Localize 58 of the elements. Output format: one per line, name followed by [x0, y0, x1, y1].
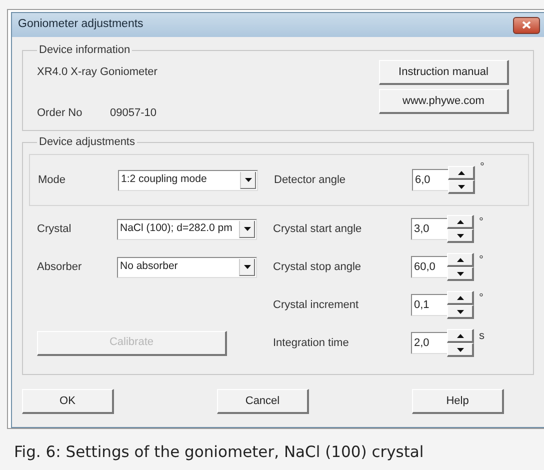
field-label: Mode: [38, 172, 67, 188]
number-field[interactable]: 0,1: [411, 294, 447, 316]
group-title: Device information: [38, 45, 132, 56]
number-field[interactable]: 2,0: [411, 332, 447, 354]
caret-icon: [244, 178, 252, 182]
device-name: XR4.0 X-ray Goniometer: [37, 65, 158, 80]
spin-down-button[interactable]: [448, 180, 475, 194]
up-arrow-icon: [458, 170, 464, 174]
ok-button[interactable]: OK: [22, 389, 114, 414]
field-label: Crystal start angle: [272, 222, 363, 237]
window-title: Goniometer adjustments: [18, 17, 144, 32]
unit-label: s: [478, 329, 486, 344]
spin-down-button[interactable]: [447, 343, 474, 357]
website-button[interactable]: www.phywe.com: [379, 89, 509, 114]
up-arrow-icon: [456, 220, 464, 224]
down-arrow-icon: [456, 272, 464, 276]
field-label: Crystal stop angle: [272, 260, 362, 275]
caret-icon: [244, 226, 250, 230]
order-label: Order No: [37, 106, 84, 120]
order-number: 09057-10: [110, 106, 156, 120]
field-label: Detector angle: [273, 172, 347, 188]
unit-label: °: [478, 291, 484, 306]
spin-up-button[interactable]: [447, 329, 474, 343]
unit-label: °: [479, 160, 486, 175]
dropdown[interactable]: No absorber: [117, 256, 257, 278]
cancel-button[interactable]: Cancel: [217, 389, 309, 414]
up-arrow-icon: [456, 334, 464, 338]
spin-down-button[interactable]: [447, 267, 474, 281]
dropdown[interactable]: NaCl (100); d=282.0 pm: [117, 218, 257, 240]
close-icon: [522, 21, 531, 29]
spin-up-button[interactable]: [447, 291, 474, 305]
number-field[interactable]: 3,0: [411, 218, 447, 240]
group-title: Device adjustments: [38, 137, 136, 148]
field-label: Crystal increment: [272, 298, 360, 313]
down-arrow-icon: [456, 348, 464, 352]
number-field[interactable]: 6,0: [412, 169, 448, 191]
up-arrow-icon: [456, 258, 464, 262]
down-arrow-icon: [456, 234, 464, 238]
manual-button[interactable]: Instruction manual: [379, 60, 509, 85]
down-arrow-icon: [456, 310, 464, 314]
field-label: Crystal: [37, 222, 72, 237]
dropdown[interactable]: 1:2 coupling mode: [118, 170, 258, 190]
figure-caption: Fig. 6: Settings of the goniometer, NaCl (100) crystal: [13, 442, 425, 463]
number-field[interactable]: 60,0: [411, 256, 447, 278]
down-arrow-icon: [458, 184, 464, 188]
unit-label: °: [478, 253, 484, 268]
field-label: Absorber: [37, 260, 83, 275]
spin-down-button[interactable]: [447, 305, 474, 319]
unit-label: °: [478, 215, 484, 230]
help-button[interactable]: Help: [412, 389, 504, 414]
spin-up-button[interactable]: [447, 253, 474, 267]
caret-icon: [244, 264, 250, 268]
spin-up-button[interactable]: [448, 166, 475, 180]
up-arrow-icon: [456, 296, 464, 300]
spin-down-button[interactable]: [447, 229, 474, 243]
field-label: Integration time: [272, 336, 350, 351]
spin-up-button[interactable]: [447, 215, 474, 229]
close-button[interactable]: [513, 16, 540, 34]
